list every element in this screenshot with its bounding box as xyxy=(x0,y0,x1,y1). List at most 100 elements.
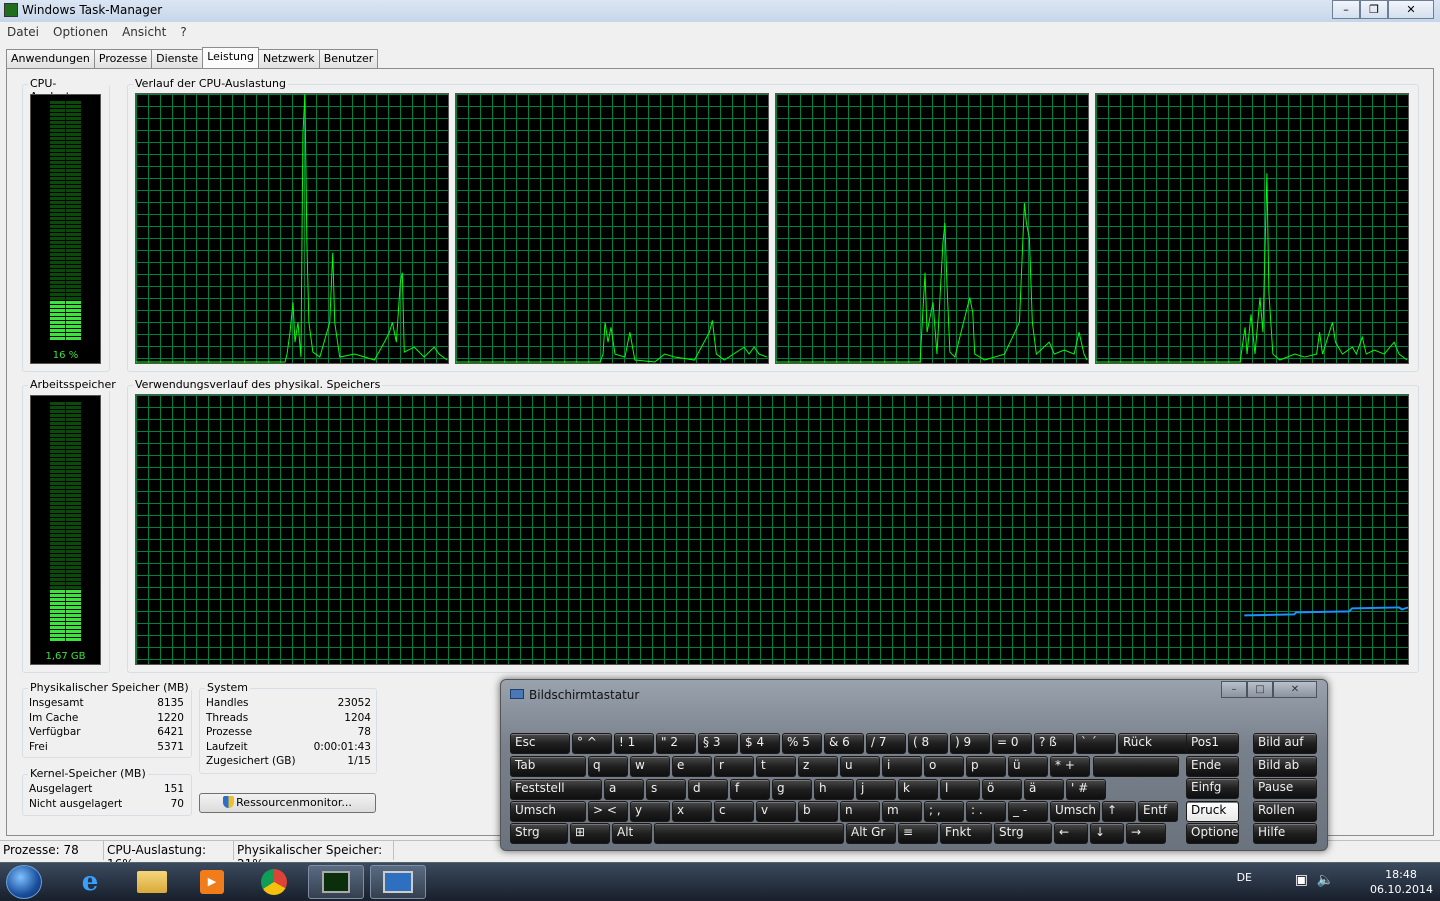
menu-ansicht[interactable]: Ansicht xyxy=(115,22,173,42)
key-i[interactable]: i xyxy=(882,756,922,777)
key-feststell[interactable]: Feststell xyxy=(510,779,602,800)
key-h[interactable]: h xyxy=(814,779,854,800)
key-"-2[interactable]: " 2 xyxy=(656,733,696,754)
key-; ,[interactable]: ; , xyxy=(924,801,964,822)
key-s[interactable]: s xyxy=(646,779,686,800)
key-r[interactable]: r xyxy=(714,756,754,777)
key-d[interactable]: d xyxy=(688,779,728,800)
key-entf[interactable]: Entf xyxy=(1138,801,1178,822)
key-w[interactable]: w xyxy=(630,756,670,777)
tab-netzwerk[interactable]: Netzwerk xyxy=(257,49,320,68)
media-player-icon[interactable]: ▶ xyxy=(184,865,240,899)
tab-anwendungen[interactable]: Anwendungen xyxy=(6,49,95,68)
key-Alt Gr[interactable]: Alt Gr xyxy=(846,823,896,844)
key-ö[interactable]: ö xyxy=(982,779,1022,800)
osk-maximize-button[interactable]: □ xyxy=(1247,681,1273,698)
minimize-button[interactable]: – xyxy=(1332,0,1360,19)
key-einfg[interactable]: Einfg xyxy=(1186,778,1239,799)
key-hilfe[interactable]: Hilfe xyxy=(1253,823,1317,844)
key-!-1[interactable]: ! 1 xyxy=(614,733,654,754)
key-tab[interactable]: Tab xyxy=(510,756,586,777)
key-°-^[interactable]: ° ^ xyxy=(572,733,612,754)
language-indicator[interactable]: DE xyxy=(1237,871,1252,884)
tab-benutzer[interactable]: Benutzer xyxy=(318,49,379,68)
key-↓[interactable]: ↓ xyxy=(1090,823,1124,844)
key-≡[interactable]: ≡ xyxy=(898,823,938,844)
key-umsch[interactable]: Umsch xyxy=(510,801,586,822)
key-b[interactable]: b xyxy=(798,801,838,822)
osk-minimize-button[interactable]: – xyxy=(1221,681,1247,698)
start-button[interactable] xyxy=(6,865,42,899)
key-?-ß[interactable]: ? ß xyxy=(1034,733,1074,754)
internet-explorer-icon[interactable]: e xyxy=(62,865,118,899)
key-⊞[interactable]: ⊞ xyxy=(570,823,610,844)
key-j[interactable]: j xyxy=(856,779,896,800)
key-e[interactable]: e xyxy=(672,756,712,777)
key-Alt[interactable]: Alt xyxy=(612,823,652,844)
key-/-7[interactable]: / 7 xyxy=(866,733,906,754)
key-&-6[interactable]: & 6 xyxy=(824,733,864,754)
key-_ -[interactable]: _ - xyxy=(1008,801,1048,822)
key-space[interactable] xyxy=(654,823,844,844)
key-rollen[interactable]: Rollen xyxy=(1253,800,1317,822)
explorer-folder-icon[interactable] xyxy=(124,865,180,899)
key-umsch[interactable]: Umsch xyxy=(1050,801,1100,822)
key-c[interactable]: c xyxy=(714,801,754,822)
task-manager-taskbar-icon[interactable] xyxy=(308,865,364,899)
osk-taskbar-icon[interactable] xyxy=(370,865,426,899)
key-n[interactable]: n xyxy=(840,801,880,822)
key-enter[interactable] xyxy=(1093,756,1179,777)
menu-datei[interactable]: Datei xyxy=(0,22,46,42)
tab-prozesse[interactable]: Prozesse xyxy=(93,49,153,68)
key-o[interactable]: o xyxy=(924,756,964,777)
key-ä[interactable]: ä xyxy=(1024,779,1064,800)
key-z[interactable]: z xyxy=(798,756,838,777)
key-: .[interactable]: : . xyxy=(966,801,1006,822)
key-y[interactable]: y xyxy=(630,801,670,822)
key-pos1[interactable]: Pos1 xyxy=(1186,733,1239,754)
key-$-4[interactable]: $ 4 xyxy=(740,733,780,754)
menu-help[interactable]: ? xyxy=(173,22,193,42)
key-`-´[interactable]: ` ´ xyxy=(1076,733,1116,754)
chrome-icon[interactable] xyxy=(246,865,302,899)
key-m[interactable]: m xyxy=(882,801,922,822)
key-§-3[interactable]: § 3 xyxy=(698,733,738,754)
key-* +[interactable]: * + xyxy=(1050,756,1090,777)
key-f[interactable]: f xyxy=(730,779,770,800)
key-t[interactable]: t xyxy=(756,756,796,777)
key-l[interactable]: l xyxy=(940,779,980,800)
osk-close-button[interactable]: ✕ xyxy=(1273,681,1317,698)
key-g[interactable]: g xyxy=(772,779,812,800)
key-> <[interactable]: > < xyxy=(588,801,628,822)
close-button[interactable]: ✕ xyxy=(1388,0,1434,19)
key-druck[interactable]: Druck xyxy=(1186,800,1239,822)
key-→[interactable]: → xyxy=(1126,823,1166,844)
key-↑[interactable]: ↑ xyxy=(1102,801,1136,822)
key-←[interactable]: ← xyxy=(1054,823,1088,844)
key-Strg[interactable]: Strg xyxy=(994,823,1052,844)
key-%-5[interactable]: % 5 xyxy=(782,733,822,754)
network-icon[interactable]: ▣ xyxy=(1295,872,1308,888)
key-k[interactable]: k xyxy=(898,779,938,800)
title-bar[interactable]: Windows Task-Manager – ❐ ✕ xyxy=(0,0,1440,22)
on-screen-keyboard-window[interactable]: Bildschirmtastatur – □ ✕ Esc ° ^! 1 " 2 § 3… xyxy=(500,679,1328,851)
key-' #[interactable]: ' # xyxy=(1066,779,1106,800)
maximize-button[interactable]: ❐ xyxy=(1360,0,1388,19)
key-(-8[interactable]: ( 8 xyxy=(908,733,948,754)
resource-monitor-button[interactable]: Ressourcenmonitor... xyxy=(199,793,376,813)
key-v[interactable]: v xyxy=(756,801,796,822)
key-bild-auf[interactable]: Bild auf xyxy=(1253,733,1317,754)
key-=-0[interactable]: = 0 xyxy=(992,733,1032,754)
key-ü[interactable]: ü xyxy=(1008,756,1048,777)
volume-icon[interactable]: 🔈 xyxy=(1317,872,1334,888)
key-pause[interactable]: Pause xyxy=(1253,778,1317,799)
key-esc[interactable]: Esc xyxy=(510,733,570,754)
menu-optionen[interactable]: Optionen xyxy=(46,22,115,42)
key-)-9[interactable]: ) 9 xyxy=(950,733,990,754)
key-x[interactable]: x xyxy=(672,801,712,822)
key-optionen[interactable]: Optionen xyxy=(1186,823,1239,844)
key-bild-ab[interactable]: Bild ab xyxy=(1253,755,1317,777)
tab-leistung[interactable]: Leistung xyxy=(202,47,259,68)
key-Strg[interactable]: Strg xyxy=(510,823,568,844)
key-p[interactable]: p xyxy=(966,756,1006,777)
